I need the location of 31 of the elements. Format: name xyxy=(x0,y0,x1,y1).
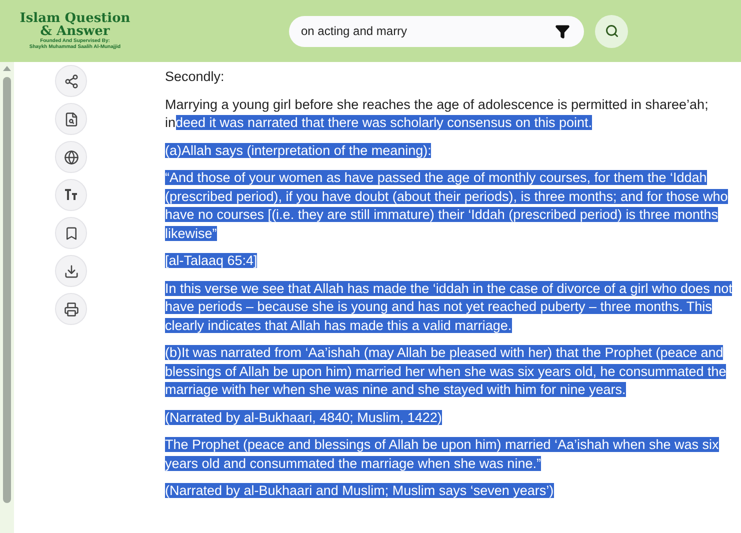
paragraph: Marrying a young girl before she reaches the age of adolescence is permitted in sharee’ah; indeed it was narrated that there was scholarly consensus on this point. xyxy=(165,96,710,132)
scrollbar[interactable] xyxy=(0,62,14,533)
search-field[interactable]: on acting and marry xyxy=(289,16,584,46)
globe-icon xyxy=(64,150,78,164)
logo-title: & Answer xyxy=(40,25,110,38)
paragraph: (Narrated by al-Bukhaari and Muslim; Muslim says ‘seven years’) xyxy=(165,482,555,500)
search-icon xyxy=(604,24,618,38)
paragraph: (a)Allah says (interpretation of the meaning): xyxy=(165,142,432,160)
bookmark-icon xyxy=(64,226,78,240)
paragraph: “And those of your women as have passed the age of monthly courses, for them the ‘Iddah (prescribed period), if you have doubt (about their periods), is three months; and for those who have no courses [(i.e. they are still immature) their ‘Iddah (prescribed period) is three months likewise” xyxy=(165,169,729,242)
print-icon xyxy=(64,302,78,316)
search-button[interactable] xyxy=(595,14,628,48)
bookmark-button[interactable] xyxy=(55,217,87,249)
download-button[interactable] xyxy=(55,255,87,287)
paragraph: [al-Talaaq 65:4] xyxy=(165,252,258,270)
document-search-button[interactable] xyxy=(55,103,87,135)
paragraph: (Narrated by al-Bukhaari, 4840; Muslim, 1422) xyxy=(165,408,443,427)
document-search-icon xyxy=(64,112,78,126)
download-icon xyxy=(64,264,78,278)
paragraph: The Prophet (peace and blessings of Allah be upon him) married ‘Aa’ishah when she was six years old and consummated the marriage when she was nine.” xyxy=(165,436,720,473)
text-size-button[interactable] xyxy=(55,179,87,211)
filter-icon[interactable] xyxy=(555,24,570,38)
language-button[interactable] xyxy=(55,141,87,173)
paragraph: Secondly: xyxy=(165,68,226,86)
share-icon xyxy=(64,74,78,88)
print-button[interactable] xyxy=(55,293,87,325)
text-size-icon xyxy=(64,189,78,201)
paragraph: In this verse we see that Allah has made the ‘iddah in the case of divorce of a girl who does not have periods – because she is young and has not yet reached puberty – three months. This clearly indicates that Allah has made this a valid marriage. xyxy=(165,280,733,335)
paragraph: (b)It was narrated from ‘Aa’ishah (may Allah be pleased with her) that the Prophet (peace and blessings of Allah be upon him) married her when she was six years old, he consummated the marriage with her when she was nine and she stayed with him for nine years. xyxy=(165,344,728,399)
share-button[interactable] xyxy=(55,65,87,97)
logo-title: Islam Question xyxy=(20,12,130,25)
